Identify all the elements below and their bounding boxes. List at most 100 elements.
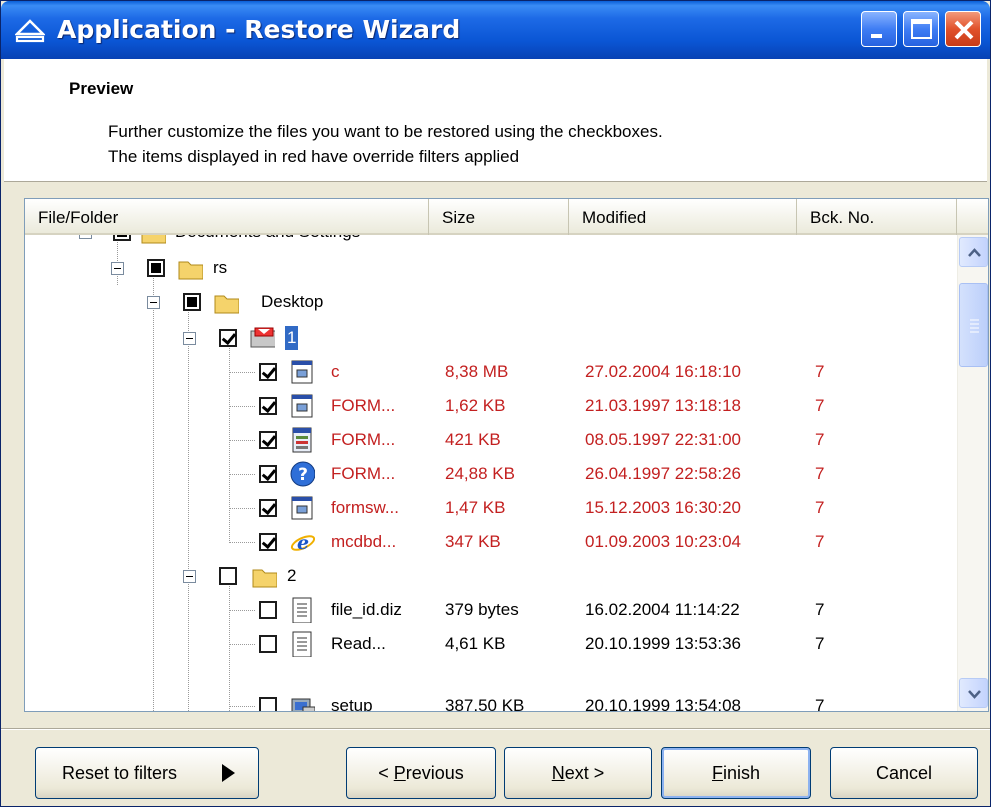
chevron-down-icon <box>968 690 981 699</box>
scroll-down-button[interactable] <box>959 678 988 708</box>
column-bck-no[interactable]: Bck. No. <box>797 199 957 235</box>
file-size: 24,88 KB <box>445 464 515 483</box>
folder-checkbox[interactable] <box>147 259 165 277</box>
file-checkbox[interactable] <box>259 601 277 619</box>
file-backup-number: 7 <box>815 532 825 551</box>
vertical-scrollbar[interactable] <box>957 235 988 711</box>
column-size[interactable]: Size <box>429 199 569 235</box>
collapse-toggle[interactable] <box>111 262 124 275</box>
folder-checkbox[interactable] <box>219 567 237 585</box>
file-size: 379 bytes <box>445 600 519 619</box>
description-line-1: Further customize the files you want to … <box>108 122 663 141</box>
page-title: Preview <box>69 79 134 98</box>
file-name: c <box>331 362 340 381</box>
file-tree-list[interactable]: File/Folder Size Modified Bck. No. Docum… <box>24 198 989 712</box>
collapse-toggle[interactable] <box>183 570 196 583</box>
file-backup-number: 7 <box>815 498 825 517</box>
setup-icon <box>291 698 315 711</box>
tree-row-file[interactable]: FORM... 1,62 KB 21.03.1997 13:18:18 7 <box>25 389 957 423</box>
tree-row-file[interactable]: Read... 4,61 KB 20.10.1999 13:53:36 7 <box>25 627 957 661</box>
file-name: setup <box>331 696 373 712</box>
collapse-toggle[interactable] <box>147 296 160 309</box>
file-checkbox[interactable] <box>259 635 277 653</box>
previous-button[interactable]: < Previous <box>346 747 496 799</box>
file-checkbox[interactable] <box>259 465 277 483</box>
file-name: Read... <box>331 634 386 653</box>
file-size: 8,38 MB <box>445 362 509 381</box>
app-window-icon <box>291 394 313 418</box>
file-checkbox[interactable] <box>259 431 277 449</box>
file-size: 347 KB <box>445 532 501 551</box>
collapse-toggle[interactable] <box>79 235 92 239</box>
scroll-up-button[interactable] <box>959 237 988 267</box>
file-modified: 08.05.1997 22:31:00 <box>585 430 741 449</box>
close-button[interactable] <box>945 11 981 47</box>
file-modified: 15.12.2003 16:30:20 <box>585 498 741 517</box>
ie-icon: e <box>290 532 315 554</box>
backup-set-icon <box>250 327 275 348</box>
maximize-icon <box>911 19 932 39</box>
next-button[interactable]: Next > <box>504 747 652 799</box>
file-size: 4,61 KB <box>445 634 506 653</box>
tree-row-backup-1[interactable]: 1 <box>25 321 957 355</box>
tree-line <box>229 474 255 475</box>
footer-divider <box>1 728 990 730</box>
folder-checkbox[interactable] <box>113 235 131 241</box>
app-window-icon <box>291 496 313 520</box>
tree-line <box>229 542 255 543</box>
tree-rows: Documents and Settings rs Desktop <box>25 235 957 712</box>
file-checkbox[interactable] <box>259 533 277 551</box>
next-mnemonic: N <box>551 763 565 783</box>
tree-line <box>229 610 255 611</box>
window-title: Application - Restore Wizard <box>57 15 461 44</box>
file-name: formsw... <box>331 498 400 517</box>
tree-row-file[interactable]: file_id.diz 379 bytes 16.02.2004 11:14:2… <box>25 593 957 627</box>
scroll-thumb[interactable] <box>959 283 988 367</box>
tree-row-file[interactable]: e mcdbd... 347 KB 01.09.2003 10:23:04 7 <box>25 525 957 559</box>
file-modified: 01.09.2003 10:23:04 <box>585 532 741 551</box>
tree-row-documents-and-settings[interactable]: Documents and Settings <box>25 235 957 249</box>
title-bar[interactable]: Application - Restore Wizard <box>1 1 990 59</box>
reset-to-filters-button[interactable]: Reset to filters <box>35 747 259 799</box>
file-size: 387,50 KB <box>445 696 525 712</box>
tree-row-file[interactable]: ? FORM... 24,88 KB 26.04.1997 22:58:26 7 <box>25 457 957 491</box>
file-modified: 16.02.2004 11:14:22 <box>585 600 740 619</box>
file-checkbox[interactable] <box>259 499 277 517</box>
page-description: Further customize the files you want to … <box>108 119 663 169</box>
tree-row-backup-2[interactable]: 2 <box>25 559 957 593</box>
cancel-button[interactable]: Cancel <box>830 747 978 799</box>
file-backup-number: 7 <box>815 430 825 449</box>
folder-checkbox[interactable] <box>183 293 201 311</box>
file-name: FORM... <box>331 464 396 483</box>
tree-row-desktop[interactable]: Desktop <box>25 285 957 319</box>
file-checkbox[interactable] <box>259 697 277 711</box>
tree-row-rs[interactable]: rs <box>25 251 957 285</box>
file-checkbox[interactable] <box>259 363 277 381</box>
restore-wizard-window: Application - Restore Wizard Preview Fur… <box>0 0 991 807</box>
finish-button[interactable]: Finish <box>661 747 811 799</box>
tree-row-file[interactable]: setup 387,50 KB 20.10.1999 13:54:08 7 <box>25 689 957 712</box>
tree-row-file[interactable]: formsw... 1,47 KB 15.12.2003 16:30:20 7 <box>25 491 957 525</box>
folder-icon <box>141 235 166 244</box>
next-suffix: ext > <box>564 763 605 783</box>
file-checkbox[interactable] <box>259 397 277 415</box>
folder-label: Documents and Settings <box>175 235 360 249</box>
collapse-toggle[interactable] <box>183 332 196 345</box>
svg-text:e: e <box>297 532 309 554</box>
description-line-2: The items displayed in red have override… <box>108 147 520 166</box>
tree-line <box>229 440 255 441</box>
folder-checkbox[interactable] <box>219 329 237 347</box>
file-size: 1,47 KB <box>445 498 506 517</box>
file-name: file_id.diz <box>331 600 402 619</box>
file-backup-number: 7 <box>815 634 825 653</box>
file-backup-number: 7 <box>815 396 825 415</box>
maximize-button[interactable] <box>903 11 939 47</box>
folder-icon <box>178 261 203 280</box>
tree-row-file[interactable]: FORM... 421 KB 08.05.1997 22:31:00 7 <box>25 423 957 457</box>
column-modified[interactable]: Modified <box>569 199 797 235</box>
column-file-folder[interactable]: File/Folder <box>25 199 429 235</box>
tree-row-file[interactable]: c 8,38 MB 27.02.2004 16:18:10 7 <box>25 355 957 389</box>
column-header: File/Folder Size Modified Bck. No. <box>25 199 988 235</box>
previous-prefix: < <box>378 763 394 783</box>
minimize-button[interactable] <box>861 11 897 47</box>
